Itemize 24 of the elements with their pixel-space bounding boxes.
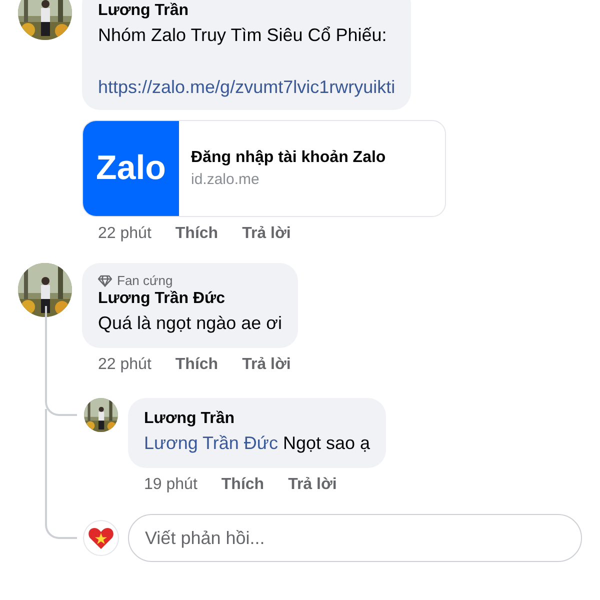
- reply-text: Lương Trần Đức Ngọt sao ạ: [144, 432, 370, 455]
- comment-time: 22 phút: [98, 356, 152, 374]
- comment-text: Nhóm Zalo Truy Tìm Siêu Cổ Phiếu:: [98, 24, 387, 47]
- like-link[interactable]: Thích: [175, 225, 218, 243]
- like-link[interactable]: Thích: [221, 476, 264, 494]
- author-name: Lương Trần: [98, 1, 189, 21]
- comment-time: 19 phút: [144, 476, 198, 494]
- link-preview-card[interactable]: Zalo Đăng nhập tài khoản Zalo id.zalo.me: [82, 120, 446, 217]
- diamond-icon: [98, 274, 112, 286]
- like-link[interactable]: Thích: [175, 356, 218, 374]
- heart-flag-icon: [88, 526, 114, 550]
- reply-field[interactable]: Viết phản hồi...: [128, 514, 582, 562]
- comment-text: Quá là ngọt ngào ae ơi: [98, 312, 282, 335]
- group-link[interactable]: https://zalo.me/g/zvumt7lvic1rwryuikti: [98, 74, 396, 100]
- comment-time: 22 phút: [98, 225, 152, 243]
- author-name: Lương Trần: [144, 409, 235, 429]
- preview-domain: id.zalo.me: [191, 171, 260, 188]
- reply-link[interactable]: Trả lời: [242, 356, 291, 374]
- badge-label: Fan cứng: [117, 273, 173, 288]
- preview-title: Đăng nhập tài khoản Zalo: [191, 149, 386, 167]
- reply-link[interactable]: Trả lời: [242, 225, 291, 243]
- author-name: Lương Trần Đức: [98, 289, 225, 309]
- reply-link[interactable]: Trả lời: [288, 476, 337, 494]
- zalo-logo: Zalo: [83, 121, 179, 216]
